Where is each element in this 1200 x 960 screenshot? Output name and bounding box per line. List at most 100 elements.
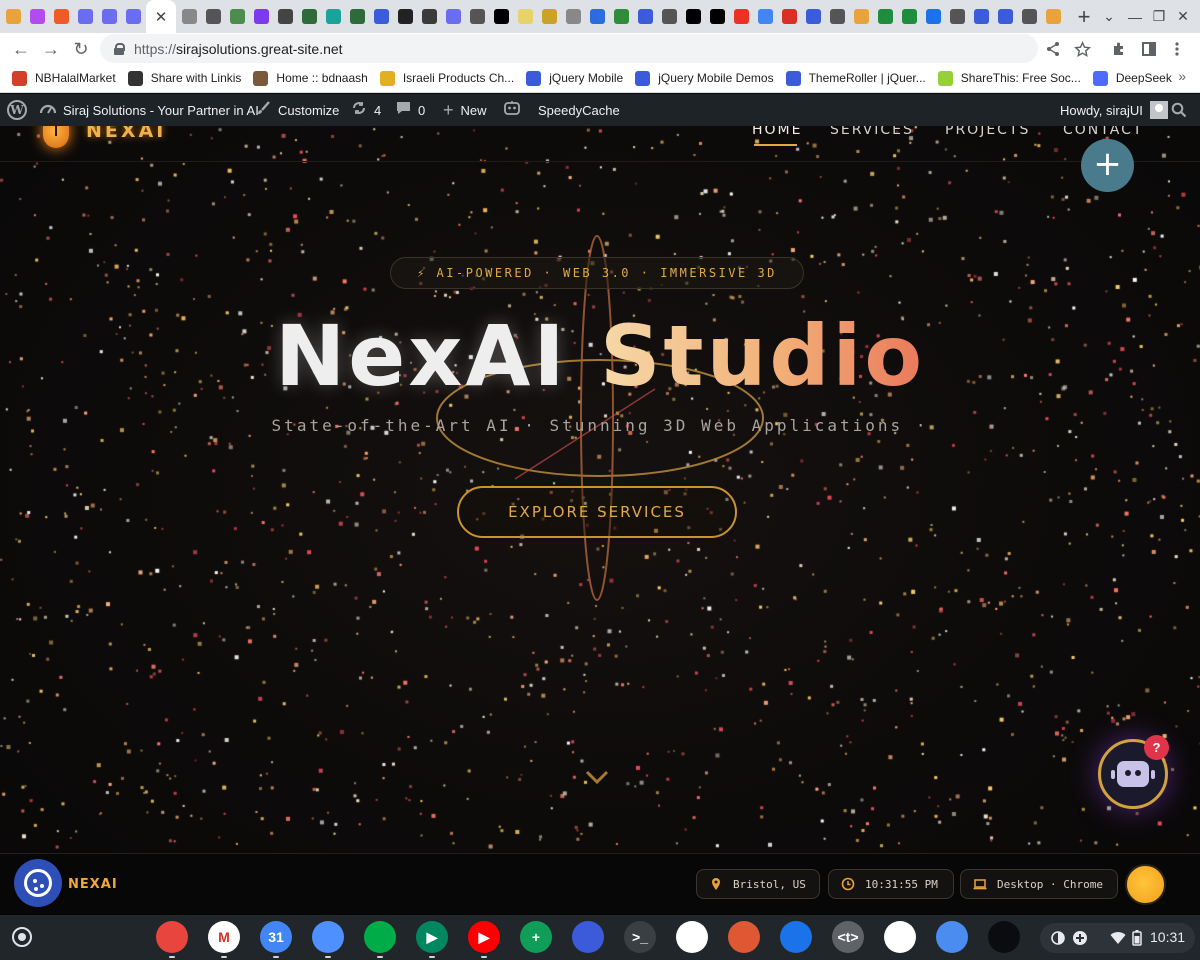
tab-favicon[interactable] [874,6,896,28]
tab-favicon[interactable] [754,6,776,28]
passwords-app-icon[interactable] [780,921,812,953]
tab-favicon[interactable] [610,6,632,28]
add-fab-button[interactable]: + [1081,139,1134,192]
tab-favicon[interactable] [682,6,704,28]
tab-favicon[interactable] [418,6,440,28]
lock-icon[interactable] [114,42,125,55]
bookmark-item[interactable]: DeepSeek [1087,66,1178,90]
drive-app-icon[interactable] [884,921,916,953]
star-icon[interactable] [1069,36,1095,62]
chatbot-help-badge[interactable]: ? [1144,735,1169,760]
calendar-app-icon[interactable]: 31 [260,921,292,953]
bookmark-item[interactable]: jQuery Mobile [520,66,629,90]
tab-favicon[interactable] [778,6,800,28]
share-icon[interactable] [1040,36,1066,62]
tab-favicon[interactable] [658,6,680,28]
tab-favicon[interactable] [2,6,24,28]
menu-kebab-icon[interactable] [1164,36,1190,62]
bookmark-item[interactable]: Home :: bdnaash [247,66,373,90]
tab-favicon[interactable] [442,6,464,28]
back-arrow-icon[interactable]: ← [8,36,34,62]
wp-new-content[interactable]: + New [443,94,487,126]
tab-favicon[interactable] [98,6,120,28]
bookmark-item[interactable]: Share with Linkis [122,66,248,90]
bookmark-item[interactable]: Israeli Products Ch... [374,66,520,90]
tab-favicon[interactable] [730,6,752,28]
reload-icon[interactable]: ↻ [68,36,94,62]
youtube-app-icon[interactable]: ▶ [468,921,500,953]
url-text[interactable]: https://sirajsolutions.great-site.net [134,41,343,57]
tab-favicon[interactable] [898,6,920,28]
tab-favicon[interactable] [370,6,392,28]
app-blue-app-icon[interactable] [572,921,604,953]
theme-toggle-sun-icon[interactable] [1125,864,1166,905]
tab-favicon[interactable] [50,6,72,28]
tab-favicon[interactable] [706,6,728,28]
wp-account[interactable]: Howdy, sirajUI [1060,94,1168,126]
maps-app-icon[interactable] [676,921,708,953]
tab-favicon[interactable] [346,6,368,28]
add-circle-icon[interactable] [1072,930,1088,946]
screen-capture-icon[interactable] [1050,930,1066,946]
wordpress-logo-icon[interactable]: W [7,94,27,126]
tab-favicon[interactable] [202,6,224,28]
sheets-app-icon[interactable]: + [520,921,552,953]
app-sky-app-icon[interactable] [936,921,968,953]
launcher-icon[interactable] [12,927,32,947]
wp-site-name[interactable]: Siraj Solutions - Your Partner in AI [39,94,259,126]
tab-favicon[interactable] [922,6,944,28]
nav-contact[interactable]: CONTACT [1063,126,1143,138]
tab-favicon[interactable] [514,6,536,28]
chrome-app-icon[interactable] [156,921,188,953]
tab-favicon[interactable] [1042,6,1064,28]
bookmark-item[interactable]: ThemeRoller | jQuer... [780,66,932,90]
tab-favicon[interactable] [538,6,560,28]
close-window-icon[interactable]: ✕ [1166,0,1200,33]
tab-favicon[interactable] [394,6,416,28]
nav-home[interactable]: HOME [752,126,802,138]
nexai-logo-icon[interactable] [43,126,69,148]
nav-projects[interactable]: PROJECTS [945,126,1030,138]
tab-favicon[interactable] [322,6,344,28]
tab-favicon[interactable] [826,6,848,28]
bookmark-item[interactable]: jQuery Mobile Demos [629,66,779,90]
tab-favicon[interactable] [802,6,824,28]
tab-favicon[interactable] [250,6,272,28]
bookmarks-overflow-icon[interactable]: » [1178,68,1186,84]
active-tab-close-icon[interactable]: ✕ [146,0,176,33]
play-store-app-icon[interactable]: ▶ [416,921,448,953]
tab-favicon[interactable] [586,6,608,28]
text-app-icon[interactable]: <t> [832,921,864,953]
tab-favicon[interactable] [490,6,512,28]
system-clock[interactable]: 10:31 [1150,929,1185,945]
tab-favicon[interactable] [634,6,656,28]
nav-services[interactable]: SERVICES [830,126,914,138]
search-icon[interactable] [1171,94,1187,126]
tab-favicon[interactable] [970,6,992,28]
cookie-settings-button[interactable] [14,859,62,907]
wp-updates[interactable]: 4 [351,94,381,126]
duckduckgo-app-icon[interactable] [728,921,760,953]
tab-favicon[interactable] [1018,6,1040,28]
explore-services-button[interactable]: EXPLORE SERVICES [457,486,737,538]
wp-comments[interactable]: 0 [396,94,425,126]
tab-favicon[interactable] [994,6,1016,28]
scroll-down-chevron-icon[interactable] [584,764,610,790]
site-brand[interactable]: NEXAI [86,126,166,142]
tab-favicon[interactable] [946,6,968,28]
tab-favicon[interactable] [562,6,584,28]
tab-favicon[interactable] [466,6,488,28]
tab-favicon[interactable] [26,6,48,28]
tab-favicon[interactable] [122,6,144,28]
tab-favicon[interactable] [850,6,872,28]
app-dark-app-icon[interactable] [988,921,1020,953]
address-bar[interactable]: https://sirajsolutions.great-site.net [100,34,1038,63]
wp-speedycache[interactable]: SpeedyCache [503,94,620,126]
side-panel-icon[interactable] [1136,36,1162,62]
extensions-puzzle-icon[interactable] [1106,36,1132,62]
tab-favicon[interactable] [274,6,296,28]
gmail-app-icon[interactable]: M [208,921,240,953]
tab-favicon[interactable] [178,6,200,28]
bookmark-item[interactable]: ShareThis: Free Soc... [932,66,1087,90]
forward-arrow-icon[interactable]: → [38,36,64,62]
